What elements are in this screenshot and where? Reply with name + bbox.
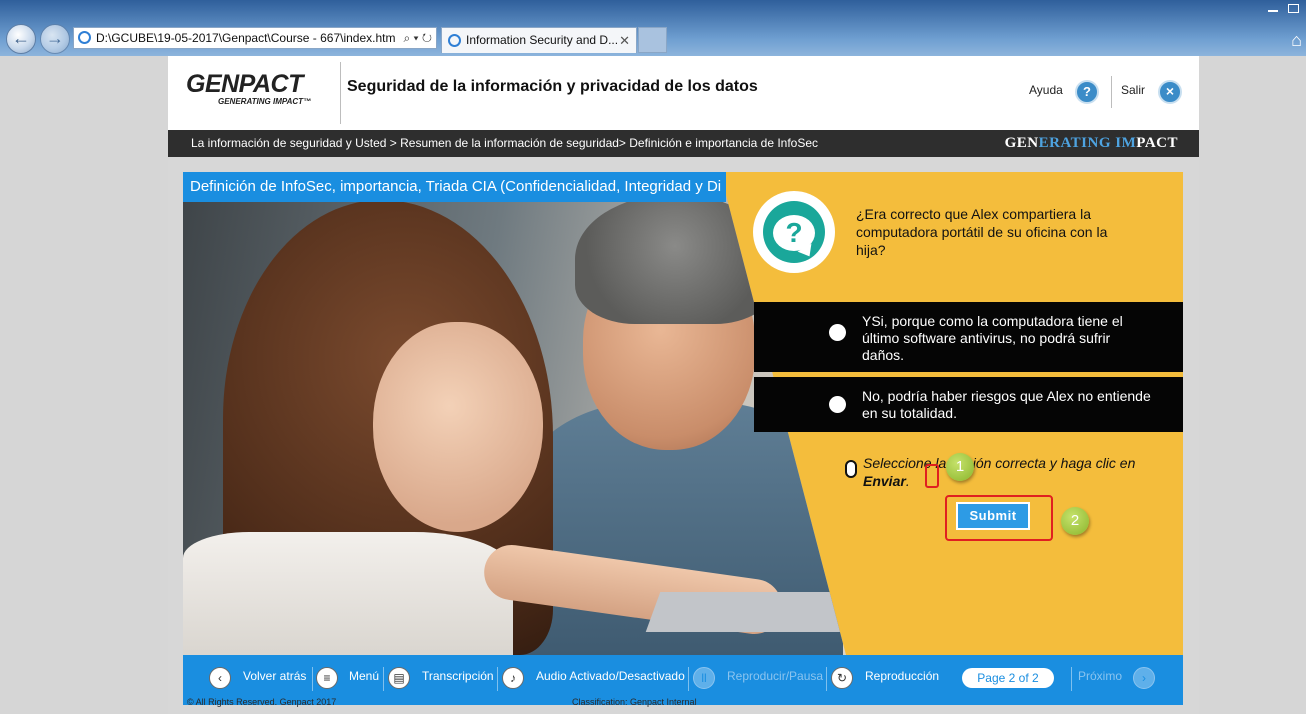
instruction-bold: Enviar	[863, 473, 906, 489]
nav-divider	[383, 667, 384, 691]
highlight-box	[925, 464, 939, 488]
header-divider	[1111, 76, 1112, 108]
highlight-box	[945, 495, 1053, 541]
step-callout: 1	[946, 453, 974, 481]
minimize-icon[interactable]	[1268, 10, 1278, 12]
nav-divider	[497, 667, 498, 691]
copyright-text: © All Rights Reserved. Genpact 2017	[187, 697, 337, 707]
menu-button[interactable]: Menú	[349, 669, 379, 683]
address-tools-icon[interactable]: ⌕ ▾ ↻	[399, 28, 432, 48]
window-controls	[1258, 0, 1306, 18]
question-icon: ?	[753, 191, 835, 273]
pause-icon[interactable]: ll	[693, 667, 715, 689]
audio-toggle-button[interactable]: Audio Activado/Desactivado	[536, 669, 685, 683]
nav-divider	[826, 667, 827, 691]
brand-part: GEN	[1004, 135, 1039, 151]
browser-chrome: ← → D:\GCUBE\19-05-2017\Genpact\Course -…	[0, 0, 1306, 56]
breadcrumb-bar: La información de seguridad y Usted > Re…	[168, 130, 1199, 157]
nav-divider	[688, 667, 689, 691]
logo-tagline: GENERATING IMPACT™	[218, 97, 312, 106]
answer-option-2[interactable]: No, podría haber riesgos que Alex no ent…	[754, 377, 1183, 432]
logo-wordmark: GENPACT	[186, 70, 303, 98]
course-header: GENPACT GENERATING IMPACT™ Seguridad de …	[168, 56, 1199, 130]
ie-icon	[78, 31, 91, 44]
instruction-part: Seleccione la opción correcta y haga cli…	[863, 455, 1136, 471]
help-label[interactable]: Ayuda	[1029, 83, 1063, 97]
answer-option-text: YSi, porque como la computadora tiene el…	[862, 313, 1123, 363]
transcript-icon[interactable]: ▤	[388, 667, 410, 689]
radio-button[interactable]	[829, 324, 846, 341]
classification-text: Classification: Genpact Internal	[572, 697, 697, 707]
back-button[interactable]: Volver atrás	[243, 669, 306, 683]
tab-close-icon[interactable]: ✕	[619, 28, 630, 53]
new-tab-button[interactable]	[638, 27, 667, 53]
page-indicator: Page 2 of 2	[962, 668, 1054, 688]
question-text: ¿Era correcto que Alex compartiera la co…	[856, 206, 1108, 258]
mouse-icon	[845, 460, 857, 478]
slide: Definición de InfoSec, importancia, Tria…	[183, 172, 1183, 655]
address-bar[interactable]: D:\GCUBE\19-05-2017\Genpact\Course - 667…	[73, 27, 437, 49]
instruction-text: Seleccione la opción correcta y haga cli…	[863, 454, 1163, 490]
replay-icon[interactable]: ↻	[831, 667, 853, 689]
brand-part: IM	[1115, 135, 1137, 151]
menu-icon[interactable]: ≡	[316, 667, 338, 689]
answer-option-text: No, podría haber riesgos que Alex no ent…	[862, 388, 1151, 421]
generating-impact-brand: GENERATING IMPACT	[1005, 135, 1178, 152]
answer-option-1[interactable]: YSi, porque como la computadora tiene el…	[754, 302, 1183, 372]
help-icon[interactable]: ?	[1075, 80, 1099, 104]
tab-title: Information Security and D...	[466, 33, 619, 47]
genpact-logo: GENPACT GENERATING IMPACT™	[186, 70, 311, 106]
exit-label[interactable]: Salir	[1121, 83, 1145, 97]
play-pause-button[interactable]: Reproducir/Pausa	[727, 669, 823, 683]
audio-icon[interactable]: ♪	[502, 667, 524, 689]
transcript-button[interactable]: Transcripción	[422, 669, 494, 683]
home-icon[interactable]: ⌂	[1291, 30, 1302, 51]
header-divider	[340, 62, 341, 124]
course-window: GENPACT GENERATING IMPACT™ Seguridad de …	[168, 56, 1199, 714]
back-icon[interactable]: ‹	[209, 667, 231, 689]
brand-part: PACT	[1136, 135, 1178, 151]
nav-divider	[1071, 667, 1072, 691]
nav-divider	[312, 667, 313, 691]
step-callout: 2	[1061, 507, 1089, 535]
close-icon[interactable]: ×	[1158, 80, 1182, 104]
browser-forward-button[interactable]: →	[40, 24, 70, 54]
browser-back-button[interactable]: ←	[6, 24, 36, 54]
slide-title: Definición de InfoSec, importancia, Tria…	[183, 172, 726, 202]
brand-part: ERATING	[1038, 135, 1116, 151]
ie-icon	[448, 34, 461, 47]
address-text: D:\GCUBE\19-05-2017\Genpact\Course - 667…	[96, 31, 396, 45]
browser-tab[interactable]: Information Security and D... ✕	[441, 27, 637, 53]
next-icon[interactable]: ›	[1133, 667, 1155, 689]
breadcrumb: La información de seguridad y Usted > Re…	[191, 136, 819, 150]
next-button[interactable]: Próximo	[1078, 669, 1122, 683]
radio-button[interactable]	[829, 396, 846, 413]
replay-button[interactable]: Reproducción	[865, 669, 939, 683]
maximize-icon[interactable]	[1288, 4, 1299, 13]
instruction-part: .	[905, 473, 910, 489]
course-title: Seguridad de la información y privacidad…	[347, 78, 758, 95]
